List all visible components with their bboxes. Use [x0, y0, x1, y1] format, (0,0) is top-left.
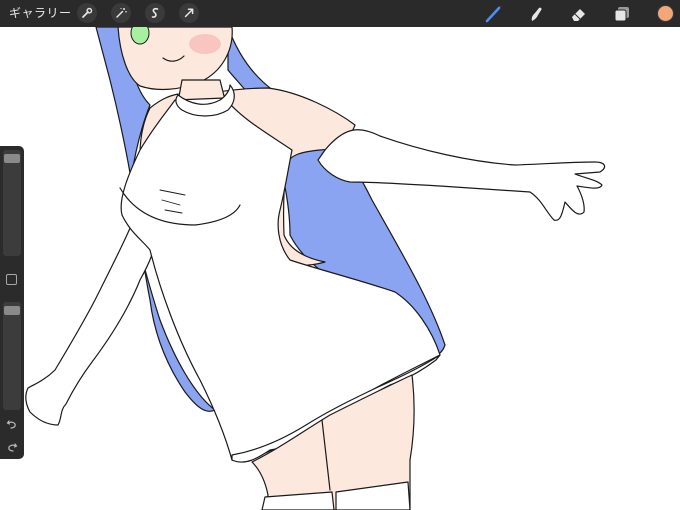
top-toolbar: ギャラリー [0, 0, 680, 27]
modify-square-icon[interactable] [6, 274, 17, 285]
undo-icon[interactable] [4, 416, 20, 432]
transform-arrow-icon[interactable] [179, 3, 199, 23]
left-arm [25, 204, 156, 426]
eye [130, 27, 150, 45]
eraser-icon[interactable] [569, 4, 589, 24]
redo-icon[interactable] [4, 439, 20, 455]
gallery-button[interactable]: ギャラリー [9, 5, 72, 21]
procreate-app: ギャラリー [0, 0, 680, 510]
selection-icon[interactable] [145, 3, 165, 23]
brush-size-thumb[interactable] [4, 153, 20, 163]
brush-size-slider[interactable] [3, 150, 21, 256]
color-picker-button[interactable] [657, 5, 674, 22]
layers-icon[interactable] [612, 4, 632, 24]
blush [189, 34, 221, 54]
wrench-icon[interactable] [77, 3, 97, 23]
magic-wand-icon[interactable] [111, 3, 131, 23]
opacity-thumb[interactable] [4, 305, 20, 315]
artwork [25, 27, 606, 510]
smudge-icon[interactable] [526, 4, 546, 24]
opacity-slider[interactable] [3, 302, 21, 410]
drawing-canvas[interactable] [0, 27, 680, 510]
brush-icon[interactable] [484, 4, 504, 24]
side-toolbar [0, 146, 24, 459]
